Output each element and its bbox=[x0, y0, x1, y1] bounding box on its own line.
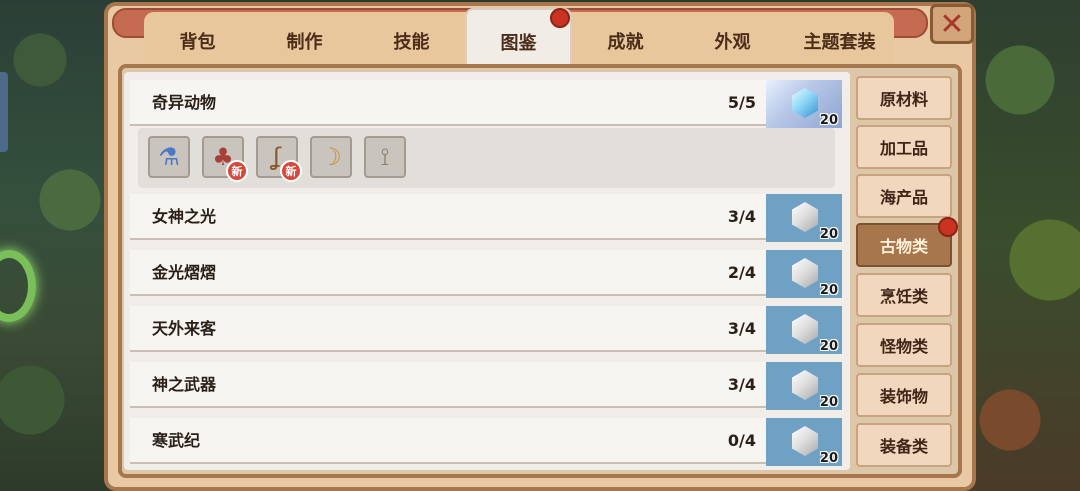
tab-achievements[interactable]: 成就 bbox=[572, 12, 679, 70]
tab-crafting[interactable]: 制作 bbox=[251, 12, 358, 70]
notification-dot-icon bbox=[550, 8, 570, 28]
item-glyph: ☽ bbox=[320, 143, 342, 171]
reward-slot[interactable]: 20 bbox=[766, 362, 842, 410]
collection-name: 女神之光 bbox=[152, 207, 217, 226]
close-icon: ✕ bbox=[939, 6, 965, 42]
new-badge: 新 bbox=[226, 160, 248, 182]
silver-gem-icon bbox=[792, 370, 818, 400]
hook-tail-icon[interactable]: ʆ 新 bbox=[256, 136, 302, 182]
collection-progress: 5/5 bbox=[727, 93, 756, 112]
collection-name: 寒武纪 bbox=[152, 431, 201, 450]
reward-quantity: 20 bbox=[819, 283, 838, 298]
collection-row-visitors[interactable]: 天外来客 3/4 20 bbox=[130, 306, 842, 354]
collection-row-strange-animals[interactable]: 奇异动物 5/5 20 bbox=[130, 80, 842, 128]
collection-progress: 3/4 bbox=[727, 375, 756, 394]
category-cooking[interactable]: 烹饪类 bbox=[856, 273, 952, 317]
bone-icon[interactable]: ⟟ bbox=[364, 136, 406, 178]
reward-slot[interactable]: 20 bbox=[766, 418, 842, 466]
collection-progress: 0/4 bbox=[727, 431, 756, 450]
collection-progress: 3/4 bbox=[727, 207, 756, 226]
category-seafood[interactable]: 海产品 bbox=[856, 174, 952, 218]
collection-name: 奇异动物 bbox=[152, 93, 217, 112]
item-glyph: ⚗ bbox=[158, 143, 180, 171]
collection-row-cambrian[interactable]: 寒武纪 0/4 20 bbox=[130, 418, 842, 466]
silver-gem-icon bbox=[792, 258, 818, 288]
horn-icon[interactable]: ☽ bbox=[310, 136, 352, 178]
game-background-right bbox=[960, 0, 1080, 491]
close-button[interactable]: ✕ bbox=[930, 4, 974, 44]
category-antiques[interactable]: 古物类 bbox=[856, 217, 958, 267]
notification-dot-icon bbox=[938, 217, 958, 237]
collection-row-goddess-light[interactable]: 女神之光 3/4 20 bbox=[130, 194, 842, 242]
tab-bar: 背包 制作 技能 图鉴 成就 外观 主题套装 bbox=[144, 8, 894, 74]
reward-slot[interactable]: 20 bbox=[766, 194, 842, 242]
reward-quantity: 20 bbox=[819, 339, 838, 354]
tab-appearance[interactable]: 外观 bbox=[679, 12, 786, 70]
collection-row-divine-weapons[interactable]: 神之武器 3/4 20 bbox=[130, 362, 842, 410]
collection-name: 金光熠熠 bbox=[152, 263, 217, 282]
collection-progress: 2/4 bbox=[727, 263, 756, 282]
collection-items-strip: ⚗ ♣ 新 ʆ 新 ☽ ⟟ bbox=[138, 128, 835, 188]
potion-jar-icon[interactable]: ⚗ bbox=[148, 136, 190, 178]
collection-name: 天外来客 bbox=[152, 319, 217, 338]
category-decorations[interactable]: 装饰物 bbox=[856, 373, 952, 417]
collection-progress: 3/4 bbox=[727, 319, 756, 338]
tab-backpack[interactable]: 背包 bbox=[144, 12, 251, 70]
reward-quantity: 20 bbox=[819, 227, 838, 242]
category-processed[interactable]: 加工品 bbox=[856, 125, 952, 169]
reward-slot[interactable]: 20 bbox=[766, 250, 842, 298]
silver-gem-icon bbox=[792, 314, 818, 344]
category-equipment[interactable]: 装备类 bbox=[856, 423, 952, 467]
item-glyph: ⟟ bbox=[380, 143, 390, 171]
reward-slot[interactable]: 20 bbox=[766, 80, 842, 128]
silver-gem-icon bbox=[792, 426, 818, 456]
new-badge: 新 bbox=[280, 160, 302, 182]
collection-name: 神之武器 bbox=[152, 375, 217, 394]
collection-row-golden-shine[interactable]: 金光熠熠 2/4 20 bbox=[130, 250, 842, 298]
category-monsters[interactable]: 怪物类 bbox=[856, 323, 952, 367]
reward-quantity: 20 bbox=[819, 113, 838, 128]
reward-quantity: 20 bbox=[819, 395, 838, 410]
brain-coral-icon[interactable]: ♣ 新 bbox=[202, 136, 248, 182]
crystal-gem-icon bbox=[792, 88, 818, 118]
side-edge-tab[interactable] bbox=[0, 72, 8, 152]
tab-skills[interactable]: 技能 bbox=[358, 12, 465, 70]
game-background-left bbox=[0, 0, 110, 491]
reward-slot[interactable]: 20 bbox=[766, 306, 842, 354]
category-raw-materials[interactable]: 原材料 bbox=[856, 76, 952, 120]
silver-gem-icon bbox=[792, 202, 818, 232]
tab-theme-sets[interactable]: 主题套装 bbox=[786, 12, 893, 70]
reward-quantity: 20 bbox=[819, 451, 838, 466]
